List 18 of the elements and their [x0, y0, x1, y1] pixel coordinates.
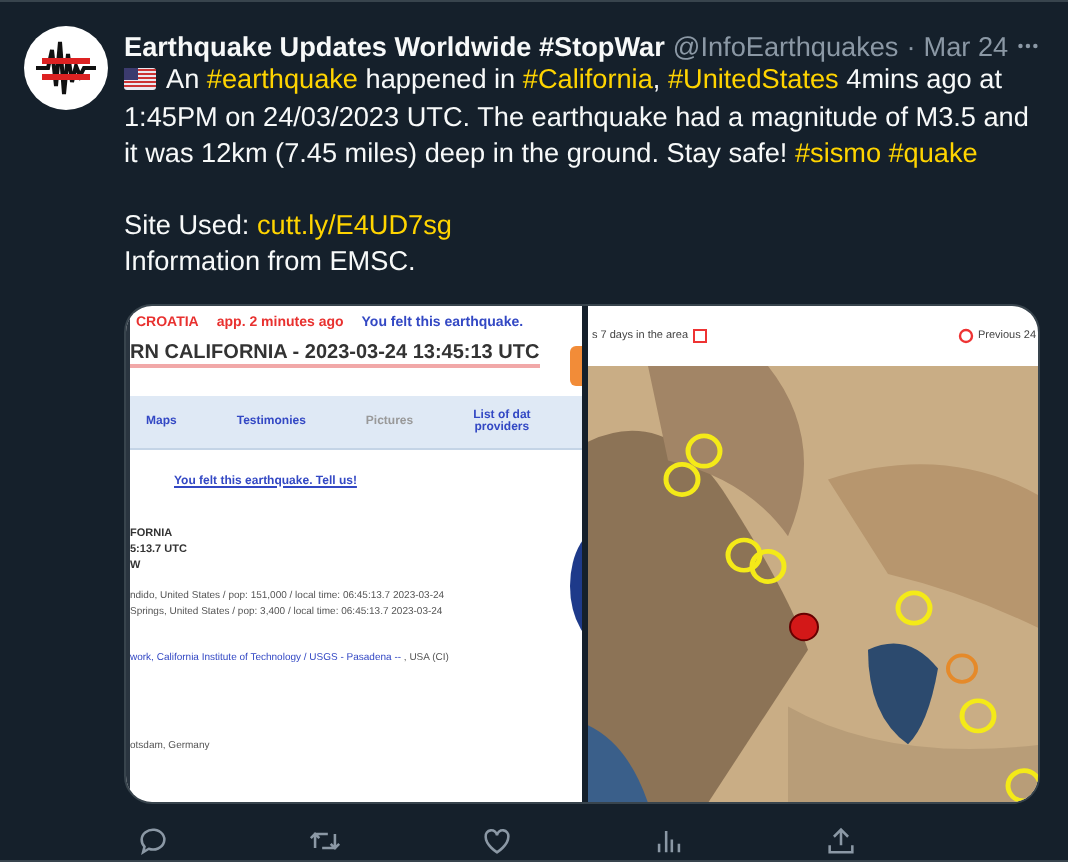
avatar[interactable]	[24, 26, 108, 110]
separator-dot: ·	[906, 31, 916, 61]
hashtag-link[interactable]: #quake	[888, 138, 978, 168]
hashtag-link[interactable]: #sismo	[794, 138, 882, 168]
author-name[interactable]: Earthquake Updates Worldwide #StopWar	[124, 31, 665, 61]
author-handle[interactable]: @InfoEarthquakes	[672, 31, 899, 61]
event-headline: RN CALIFORNIA - 2023-03-24 13:45:13 UTC	[130, 341, 540, 368]
tweet-text: Information from EMSC.	[124, 244, 418, 281]
hashtag-link[interactable]: #earthquake	[206, 64, 358, 94]
tweet-text: An #earthquake happened in #California, #UnitedStates 4mins ago at 1:45PM on 24/03/2023 UTC. The earthquake had a magnitude of M3.5 and it was 12km (7.45 miles) deep in the ground. Stay safe! #sismo #quake	[124, 62, 1031, 172]
tweet-date[interactable]: Mar 24	[923, 31, 1009, 61]
square-icon	[692, 327, 709, 344]
hashtag-link[interactable]: #California	[522, 64, 653, 94]
flag-icon	[124, 68, 156, 90]
circle-icon	[957, 327, 974, 344]
url-link[interactable]: cutt.ly/E4UD7sg	[257, 209, 452, 240]
tweet-text: Site Used: cutt.ly/E4UD7sg	[124, 207, 454, 244]
hashtag-link[interactable]: #UnitedStates	[667, 64, 839, 94]
